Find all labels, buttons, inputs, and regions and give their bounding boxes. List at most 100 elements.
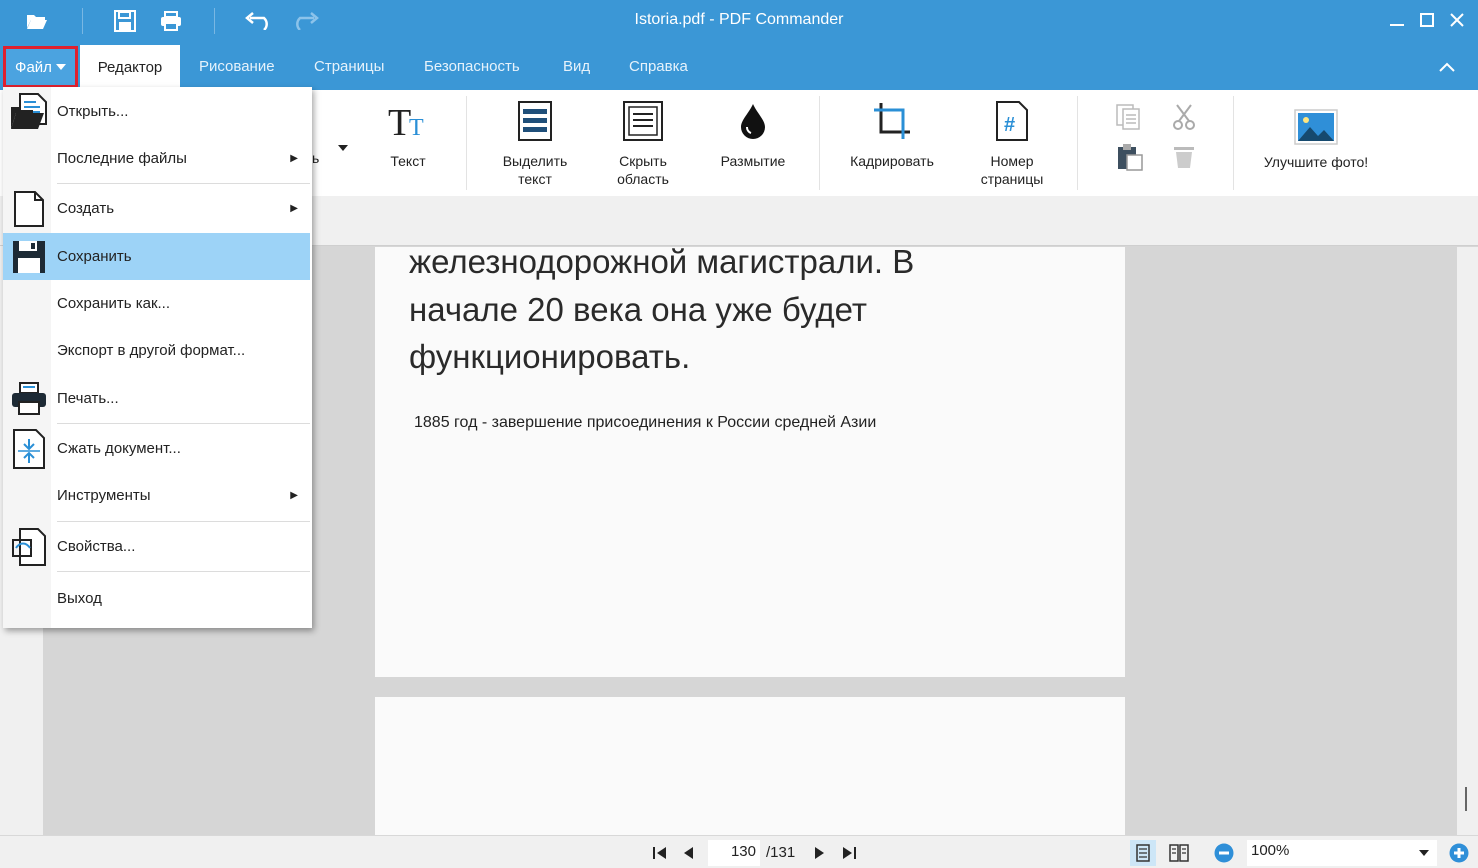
- last-page-icon[interactable]: [836, 840, 862, 866]
- menu-item-print[interactable]: Печать...: [3, 374, 310, 423]
- tab-view[interactable]: Вид: [563, 43, 590, 90]
- highlight-text-label-2: текст: [518, 171, 552, 187]
- tab-editor[interactable]: Редактор: [80, 45, 180, 90]
- menu-item-exit[interactable]: Выход: [3, 575, 310, 622]
- tab-file[interactable]: Файл: [3, 46, 78, 88]
- menu-item-recent-files[interactable]: Последние файлы ▶: [3, 135, 310, 182]
- submenu-arrow-icon: ▶: [290, 153, 298, 164]
- title-bar: Istoria.pdf - PDF Commander: [0, 0, 1478, 43]
- improve-photo-button[interactable]: Улучшите фото!: [1254, 104, 1378, 194]
- page-number-label-2: страницы: [980, 171, 1044, 187]
- close-icon[interactable]: [1442, 5, 1472, 35]
- crop-button[interactable]: Кадрировать: [838, 90, 946, 190]
- vertical-scrollbar[interactable]: [1457, 247, 1478, 835]
- ribbon-separator: [819, 96, 820, 190]
- zoom-select[interactable]: 100%: [1247, 840, 1437, 866]
- menu-item-label: Открыть...: [57, 103, 129, 120]
- cut-icon[interactable]: [1171, 104, 1197, 135]
- status-bar: 130 /131 100%: [0, 835, 1478, 868]
- tab-drawing[interactable]: Рисование: [199, 43, 275, 90]
- page-number-input[interactable]: 130: [708, 840, 760, 866]
- redo-icon[interactable]: [290, 6, 320, 36]
- collapse-ribbon-button[interactable]: [1427, 43, 1467, 90]
- menu-item-save-as[interactable]: Сохранить как...: [3, 280, 310, 327]
- highlight-text-icon: [518, 90, 552, 152]
- tab-help[interactable]: Справка: [629, 43, 688, 90]
- photo-icon: [1294, 104, 1338, 150]
- paste-icon[interactable]: [1117, 143, 1143, 176]
- two-page-view-icon[interactable]: [1166, 840, 1192, 866]
- chevron-down-icon: [1419, 850, 1429, 856]
- dropdown-arrow-icon[interactable]: [338, 138, 348, 156]
- zoom-out-icon[interactable]: [1211, 840, 1237, 866]
- compress-document-icon: [7, 425, 51, 472]
- submenu-arrow-icon: ▶: [290, 490, 298, 501]
- submenu-arrow-icon: ▶: [290, 203, 298, 214]
- file-menu: Открыть... Последние файлы ▶ Создать ▶ С…: [3, 87, 312, 628]
- blur-label: Размытие: [720, 153, 786, 169]
- window-title: Istoria.pdf - PDF Commander: [634, 11, 844, 28]
- maximize-icon[interactable]: [1412, 5, 1442, 35]
- toolbar-separator: [214, 8, 215, 34]
- new-document-icon: [7, 185, 51, 232]
- page-number-button[interactable]: # Номер страницы: [968, 90, 1056, 190]
- blur-button[interactable]: Размытие: [711, 90, 795, 190]
- page-number-icon: #: [996, 90, 1028, 152]
- print-icon: [7, 374, 51, 423]
- zoom-in-icon[interactable]: [1446, 840, 1472, 866]
- menu-item-export[interactable]: Экспорт в другой формат...: [3, 327, 310, 374]
- tab-file-label: Файл: [15, 58, 52, 76]
- menu-item-save[interactable]: Сохранить: [3, 233, 310, 280]
- drop-icon: [739, 90, 767, 152]
- properties-icon: [7, 523, 51, 570]
- page-total: /131: [766, 844, 796, 861]
- menu-item-label: Выход: [57, 590, 102, 607]
- text-tool-button[interactable]: TT Текст: [378, 90, 438, 190]
- chevron-down-icon: [55, 64, 66, 70]
- highlight-text-button[interactable]: Выделить текст: [495, 90, 575, 190]
- open-folder-icon[interactable]: [22, 6, 52, 36]
- hide-area-button[interactable]: Скрыть область: [603, 90, 683, 190]
- scrollbar-thumb[interactable]: [1465, 787, 1467, 811]
- hide-area-label-2: область: [617, 171, 669, 187]
- menu-item-label: Сохранить: [57, 248, 132, 265]
- partial-ribbon-label: ь: [312, 150, 320, 166]
- minimize-icon[interactable]: [1382, 5, 1412, 35]
- crop-icon: [873, 90, 911, 152]
- document-text-line: начале 20 века она уже будет: [409, 291, 868, 328]
- print-icon[interactable]: [156, 6, 186, 36]
- tab-pages[interactable]: Страницы: [314, 43, 384, 90]
- open-file-icon: [7, 88, 51, 135]
- undo-icon[interactable]: [244, 6, 274, 36]
- zoom-value: 100%: [1251, 842, 1290, 859]
- text-icon: TT: [388, 90, 428, 152]
- ribbon-separator: [1233, 96, 1234, 190]
- save-icon: [7, 233, 51, 280]
- menu-item-compress[interactable]: Сжать документ...: [3, 425, 310, 472]
- menu-item-label: Сохранить как...: [57, 295, 171, 312]
- menu-item-label: Сжать документ...: [57, 440, 181, 457]
- menu-item-properties[interactable]: Свойства...: [3, 523, 310, 570]
- copy-icon[interactable]: [1116, 104, 1142, 135]
- menu-separator: [57, 571, 310, 572]
- document-page: [375, 697, 1125, 835]
- ribbon-separator: [466, 96, 467, 190]
- menu-separator: [57, 521, 310, 522]
- menu-item-label: Инструменты: [57, 487, 151, 504]
- tab-security[interactable]: Безопасность: [424, 43, 520, 90]
- first-page-icon[interactable]: [647, 840, 673, 866]
- text-tool-label: Текст: [390, 153, 426, 169]
- delete-icon[interactable]: [1172, 145, 1196, 174]
- next-page-icon[interactable]: [807, 840, 833, 866]
- menu-item-tools[interactable]: Инструменты ▶: [3, 472, 310, 519]
- toolbar-separator: [82, 8, 83, 34]
- menu-item-label: Свойства...: [57, 538, 136, 555]
- menu-separator: [57, 183, 310, 184]
- single-page-view-icon[interactable]: [1130, 840, 1156, 866]
- previous-page-icon[interactable]: [675, 840, 701, 866]
- ribbon-tabs: Файл Редактор Рисование Страницы Безопас…: [0, 43, 1478, 90]
- menu-item-create[interactable]: Создать ▶: [3, 185, 310, 232]
- menu-separator: [57, 423, 310, 424]
- save-icon[interactable]: [110, 6, 140, 36]
- menu-item-open[interactable]: Открыть...: [3, 88, 310, 135]
